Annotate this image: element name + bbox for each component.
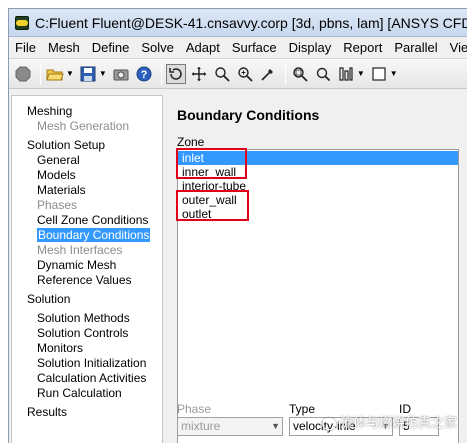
tree-item-solution[interactable]: Solution xyxy=(12,292,162,307)
open-dropdown-icon[interactable]: ▼ xyxy=(66,69,74,78)
phase-select: mixture ▼ xyxy=(177,417,283,436)
fluent-logo-icon xyxy=(15,15,29,30)
menu-solve[interactable]: Solve xyxy=(135,40,180,55)
menu-mesh[interactable]: Mesh xyxy=(42,40,86,55)
stop-icon[interactable] xyxy=(13,64,33,84)
window-icon[interactable] xyxy=(369,64,389,84)
window-dropdown-icon[interactable]: ▼ xyxy=(390,69,398,78)
tree-label: Cell Zone Conditions xyxy=(37,213,149,227)
tree-item-reference-values[interactable]: Reference Values xyxy=(12,273,162,288)
title-bar[interactable]: C:Fluent Fluent@DESK-41.cnsavvy.corp [3d… xyxy=(9,9,467,37)
tree-item-solution-controls[interactable]: Solution Controls xyxy=(12,326,162,341)
chevron-down-icon: ▼ xyxy=(271,421,280,431)
svg-text:?: ? xyxy=(140,69,147,81)
tree-label: Materials xyxy=(37,183,86,197)
tree-label: Run Calculation xyxy=(37,386,122,400)
open-folder-icon[interactable] xyxy=(45,64,65,84)
camera-icon[interactable] xyxy=(111,64,131,84)
tree-item-phases: Phases xyxy=(12,198,162,213)
tree-item-boundary-conditions[interactable]: Boundary Conditions xyxy=(12,228,162,243)
phase-label: Phase xyxy=(177,402,212,416)
toolbar-separator xyxy=(40,62,41,85)
tree-label: Solution Methods xyxy=(37,311,130,325)
watermark-text: 流体与燃烧仿真之家 xyxy=(339,415,457,430)
menu-define[interactable]: Define xyxy=(86,40,136,55)
menu-bar: File Mesh Define Solve Adapt Surface Dis… xyxy=(9,37,467,59)
save-dropdown-icon[interactable]: ▼ xyxy=(99,69,107,78)
tree-item-results[interactable]: Results xyxy=(12,405,162,420)
tree-item-solution-initialization[interactable]: Solution Initialization xyxy=(12,356,162,371)
tree-item-models[interactable]: Models xyxy=(12,168,162,183)
tree-label: Mesh Generation xyxy=(37,119,130,133)
tree-item-solution-methods[interactable]: Solution Methods xyxy=(12,311,162,326)
tree-item-materials[interactable]: Materials xyxy=(12,183,162,198)
tree-label: Calculation Activities xyxy=(37,371,147,385)
rotate-icon[interactable] xyxy=(165,63,186,84)
tree-item-monitors[interactable]: Monitors xyxy=(12,341,162,356)
tree-label: Meshing xyxy=(27,104,73,118)
tree-label: Mesh Interfaces xyxy=(37,243,123,257)
tree-item-general[interactable]: General xyxy=(12,153,162,168)
tree-label: Solution Controls xyxy=(37,326,129,340)
menu-surface[interactable]: Surface xyxy=(226,40,283,55)
tree-item-solution-setup[interactable]: Solution Setup xyxy=(12,138,162,153)
save-disk-icon[interactable] xyxy=(78,64,98,84)
menu-view[interactable]: Vie xyxy=(444,40,467,55)
annotation-box-walls xyxy=(176,148,247,179)
help-icon[interactable]: ? xyxy=(134,64,154,84)
watermark: 流体与燃烧仿真之家 xyxy=(321,412,457,431)
zone-label: Zone xyxy=(177,135,205,149)
phase-value: mixture xyxy=(181,419,221,433)
tree-label: General xyxy=(37,153,80,167)
chat-bubble-icon xyxy=(321,417,336,430)
tree-item-dynamic-mesh[interactable]: Dynamic Mesh xyxy=(12,258,162,273)
move-icon[interactable] xyxy=(189,64,209,84)
tree-item-mesh-interfaces: Mesh Interfaces xyxy=(12,243,162,258)
probe-icon[interactable] xyxy=(258,64,278,84)
tree-item-cell-zone-conditions[interactable]: Cell Zone Conditions xyxy=(12,213,162,228)
type-label: Type xyxy=(289,402,316,416)
toolbar-separator xyxy=(284,62,286,85)
menu-adapt[interactable]: Adapt xyxy=(180,40,226,55)
boundary-conditions-panel: Boundary Conditions Zone inlet inner_wal… xyxy=(167,95,467,443)
tree-item-mesh-generation: Mesh Generation xyxy=(12,119,162,134)
tree-item-meshing[interactable]: Meshing xyxy=(12,104,162,119)
tree-label-selected: Boundary Conditions xyxy=(37,228,151,242)
annotation-box-outer xyxy=(176,190,249,221)
zoom-in-icon[interactable] xyxy=(235,64,255,84)
tree-label: Solution Initialization xyxy=(37,356,147,370)
zoom-box-icon[interactable] xyxy=(313,64,333,84)
tree-label: Solution xyxy=(27,292,71,306)
tree-label: Models xyxy=(37,168,76,182)
zoom-icon[interactable] xyxy=(212,64,232,84)
tree-label: Reference Values xyxy=(37,273,132,287)
menu-report[interactable]: Report xyxy=(337,40,388,55)
toolbar: ▼ ▼ ? ▼ ▼ xyxy=(9,59,467,89)
tree-label: Dynamic Mesh xyxy=(37,258,117,272)
tree-item-run-calculation[interactable]: Run Calculation xyxy=(12,386,162,401)
layout-dropdown-icon[interactable]: ▼ xyxy=(357,69,365,78)
navigation-tree: Meshing Mesh Generation Solution Setup G… xyxy=(11,95,163,443)
toolbar-separator xyxy=(160,62,162,85)
menu-display[interactable]: Display xyxy=(283,40,338,55)
zoom-fit-icon[interactable] xyxy=(290,64,310,84)
model-layout-icon[interactable] xyxy=(336,64,356,84)
fluent-window: C:Fluent Fluent@DESK-41.cnsavvy.corp [3d… xyxy=(8,8,467,443)
tree-label: Phases xyxy=(37,198,78,212)
tree-label: Results xyxy=(27,405,68,419)
tree-label: Monitors xyxy=(37,341,84,355)
panel-title: Boundary Conditions xyxy=(177,107,320,123)
window-title: C:Fluent Fluent@DESK-41.cnsavvy.corp [3d… xyxy=(35,14,467,31)
tree-item-calculation-activities[interactable]: Calculation Activities xyxy=(12,371,162,386)
tree-label: Solution Setup xyxy=(27,138,106,152)
menu-file[interactable]: File xyxy=(9,40,42,55)
menu-parallel[interactable]: Parallel xyxy=(388,40,443,55)
